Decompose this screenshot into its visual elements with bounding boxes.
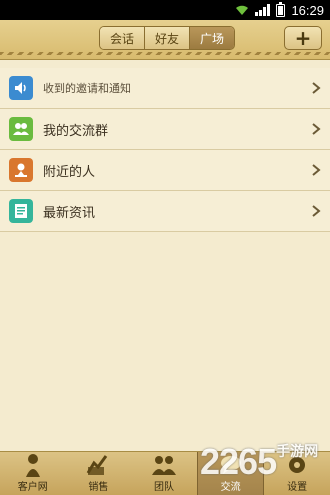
tab-friends[interactable]: 好友 (145, 27, 190, 49)
list-item-nearby-people[interactable]: 附近的人 (0, 150, 330, 191)
speaker-icon (9, 76, 33, 100)
customer-icon (25, 454, 40, 477)
stitch-divider (0, 52, 330, 55)
wifi-icon (235, 4, 249, 16)
group-icon (9, 117, 33, 141)
team-icon (151, 456, 176, 475)
news-icon (9, 199, 33, 223)
nav-sales[interactable]: 销售 (66, 452, 132, 495)
list-item-label: 收到的邀请和通知 (43, 82, 131, 95)
location-pin-icon (9, 158, 33, 182)
list-item-latest-news[interactable]: 最新资讯 (0, 191, 330, 232)
watermark-suffix: 手游网 (276, 443, 319, 459)
nav-customer-network[interactable]: 客户网 (0, 452, 66, 495)
watermark: 2265手游网 (200, 441, 318, 483)
nav-label: 客户网 (17, 482, 48, 493)
list-item-my-groups[interactable]: 我的交流群 (0, 109, 330, 150)
tab-plaza[interactable]: 广场 (190, 27, 234, 49)
nav-label: 团队 (153, 482, 174, 493)
battery-icon (276, 1, 286, 17)
chevron-right-icon (312, 205, 321, 217)
nav-label: 销售 (88, 482, 109, 493)
sales-icon (87, 455, 108, 475)
segmented-tabs: 会话 好友 广场 (99, 26, 235, 50)
signal-icon (255, 4, 271, 16)
list-item-label: 最新资讯 (43, 205, 96, 221)
list-item-label: 我的交流群 (43, 123, 109, 139)
header: 会话 好友 广场 + (0, 20, 330, 60)
chevron-right-icon (312, 82, 321, 94)
status-bar: 16:29 (0, 0, 330, 20)
list-item-invitations[interactable]: 收到的邀请和通知 (0, 68, 330, 109)
nav-team[interactable]: 团队 (131, 452, 197, 495)
status-time: 16:29 (291, 2, 324, 18)
watermark-number: 2265 (200, 441, 277, 482)
chevron-right-icon (312, 123, 321, 135)
menu-list: 收到的邀请和通知 我的交流群 附近的人 最新资讯 (0, 68, 330, 232)
add-button[interactable]: + (284, 26, 322, 50)
chevron-right-icon (312, 164, 321, 176)
list-item-label: 附近的人 (43, 164, 96, 180)
tab-conversations[interactable]: 会话 (100, 27, 145, 49)
